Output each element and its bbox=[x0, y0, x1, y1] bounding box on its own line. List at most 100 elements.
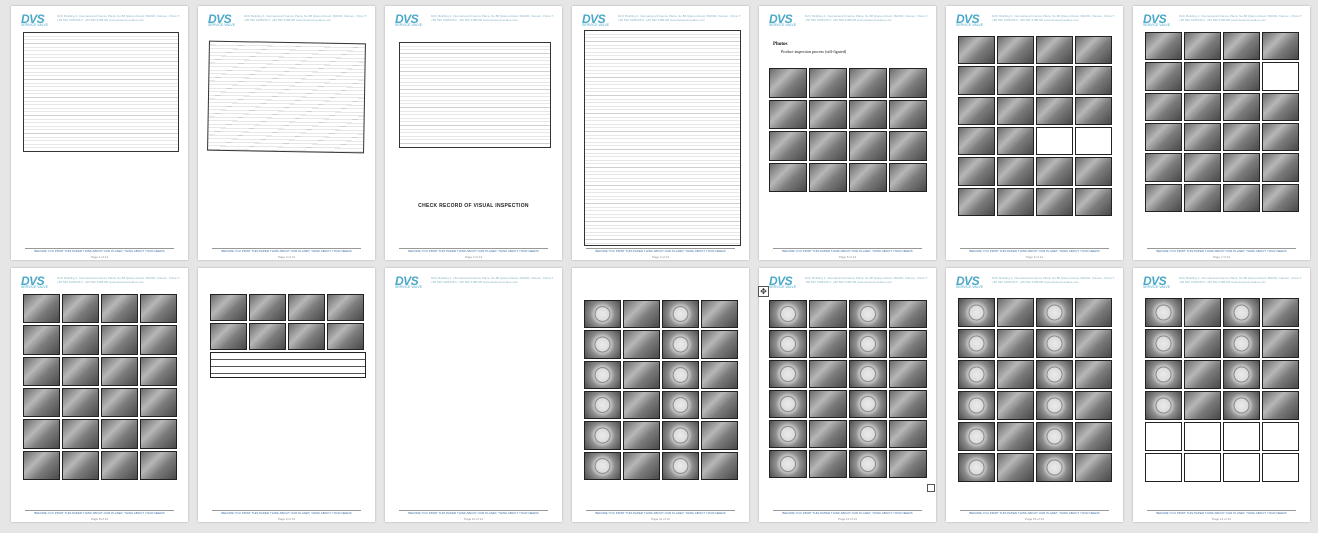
valve-photo bbox=[701, 330, 738, 359]
gauge-photo bbox=[662, 391, 699, 420]
valve-photo bbox=[1184, 329, 1221, 358]
company-address: D20, Building 4, International Finance P… bbox=[57, 14, 180, 22]
inspection-photo bbox=[958, 157, 995, 186]
valve-photo bbox=[623, 330, 660, 359]
valve-photo bbox=[809, 450, 847, 478]
inspection-photo bbox=[769, 131, 807, 161]
document-page-11[interactable]: BEFORE YOU PRINT THIS PAPER THINK ABOUT … bbox=[572, 268, 749, 522]
valve-photo bbox=[623, 451, 660, 480]
page-number: Page 14 of 14 bbox=[1212, 517, 1231, 521]
inspection-photo bbox=[1145, 92, 1182, 121]
company-address: D20, Building 4, International Finance P… bbox=[431, 276, 554, 284]
gauge-photo bbox=[584, 360, 621, 389]
page-footer: BEFORE YOU PRINT THIS PAPER THINK ABOUT … bbox=[34, 249, 165, 253]
inspection-photo bbox=[327, 294, 364, 321]
document-page-12[interactable]: DVS SERVICE VALVE D20, Building 4, Inter… bbox=[759, 268, 936, 522]
inspection-photo bbox=[997, 127, 1034, 156]
page-number: Page 5 of 14 bbox=[838, 255, 856, 259]
table-row bbox=[211, 353, 365, 360]
valve-photo bbox=[889, 360, 927, 388]
gauge-photo bbox=[584, 421, 621, 450]
document-page-6[interactable]: DVS SERVICE VALVE D20, Building 4, Inter… bbox=[946, 6, 1123, 260]
valve-photo bbox=[1075, 422, 1112, 451]
inspection-photo bbox=[1075, 96, 1112, 125]
gauge-photo bbox=[849, 450, 887, 478]
page-footer: BEFORE YOU PRINT THIS PAPER THINK ABOUT … bbox=[1156, 249, 1287, 253]
inspection-photo bbox=[849, 99, 887, 129]
gauge-photo bbox=[1145, 391, 1182, 420]
page-number: Page 6 of 14 bbox=[1025, 255, 1043, 259]
empty-photo-cell bbox=[1145, 422, 1182, 451]
inspection-photo bbox=[101, 388, 138, 418]
company-logo-sub: SERVICE VALVE bbox=[769, 23, 797, 27]
inspection-photo bbox=[140, 450, 177, 480]
company-logo-sub: SERVICE VALVE bbox=[956, 23, 984, 27]
company-address: D20, Building 4, International Finance P… bbox=[244, 14, 367, 22]
photo-grid bbox=[769, 68, 927, 192]
inspection-photo bbox=[1036, 187, 1073, 216]
empty-photo-cell bbox=[1036, 127, 1073, 156]
company-logo-sub: SERVICE VALVE bbox=[1143, 23, 1171, 27]
document-page-1[interactable]: DVS SERVICE VALVE D20, Building 4, Inter… bbox=[11, 6, 188, 260]
inspection-photo bbox=[288, 323, 325, 350]
inspection-photo bbox=[997, 187, 1034, 216]
page-number: Page 8 of 14 bbox=[90, 517, 108, 521]
valve-photo bbox=[889, 420, 927, 448]
valve-photo bbox=[997, 329, 1034, 358]
inspection-photo bbox=[809, 99, 847, 129]
inspection-photo bbox=[210, 323, 247, 350]
document-page-9[interactable]: BEFORE YOU PRINT THIS PAPER THINK ABOUT … bbox=[198, 268, 375, 522]
inspection-photo bbox=[1262, 183, 1299, 212]
photo-grid bbox=[958, 36, 1112, 216]
inspection-photo bbox=[769, 99, 807, 129]
company-logo-sub: SERVICE VALVE bbox=[208, 23, 236, 27]
document-page-10[interactable]: DVS SERVICE VALVE D20, Building 4, Inter… bbox=[385, 268, 562, 522]
valve-photo bbox=[1262, 329, 1299, 358]
inspection-photo bbox=[1075, 66, 1112, 95]
gauge-photo bbox=[958, 329, 995, 358]
empty-photo-cell bbox=[1262, 62, 1299, 91]
document-page-3[interactable]: DVS SERVICE VALVE D20, Building 4, Inter… bbox=[385, 6, 562, 260]
page-number: Page 3 of 14 bbox=[464, 255, 482, 259]
inspection-photo bbox=[140, 294, 177, 324]
page-footer: BEFORE YOU PRINT THIS PAPER THINK ABOUT … bbox=[595, 511, 726, 515]
valve-photo bbox=[623, 421, 660, 450]
document-page-13[interactable]: DVS SERVICE VALVE D20, Building 4, Inter… bbox=[946, 268, 1123, 522]
inspection-photo bbox=[23, 356, 60, 386]
photo-grid bbox=[23, 294, 177, 480]
inspection-photo bbox=[958, 187, 995, 216]
gauge-photo bbox=[1223, 298, 1260, 327]
move-icon[interactable]: ✥ bbox=[758, 286, 769, 297]
inspection-photo bbox=[889, 131, 927, 161]
document-page-8[interactable]: DVS SERVICE VALVE D20, Building 4, Inter… bbox=[11, 268, 188, 522]
gauge-photo bbox=[958, 422, 995, 451]
checkbox-icon[interactable] bbox=[927, 484, 935, 492]
inspection-photo bbox=[101, 450, 138, 480]
document-page-7[interactable]: DVS SERVICE VALVE D20, Building 4, Inter… bbox=[1133, 6, 1310, 260]
gauge-photo bbox=[769, 330, 807, 358]
inspection-photo bbox=[1075, 157, 1112, 186]
document-page-14[interactable]: DVS SERVICE VALVE D20, Building 4, Inter… bbox=[1133, 268, 1310, 522]
gauge-photo bbox=[849, 300, 887, 328]
photo-grid bbox=[210, 294, 364, 350]
company-logo-sub: SERVICE VALVE bbox=[582, 23, 610, 27]
document-page-5[interactable]: DVS SERVICE VALVE D20, Building 4, Inter… bbox=[759, 6, 936, 260]
inspection-photo bbox=[958, 66, 995, 95]
gauge-photo-grid bbox=[769, 300, 927, 478]
company-logo-sub: SERVICE VALVE bbox=[1143, 285, 1171, 289]
valve-photo bbox=[997, 298, 1034, 327]
inspection-photo bbox=[140, 388, 177, 418]
inspection-photo bbox=[809, 131, 847, 161]
inspection-photo bbox=[1036, 157, 1073, 186]
photos-heading: Photos bbox=[773, 42, 788, 47]
inspection-photo bbox=[62, 356, 99, 386]
gauge-photo bbox=[584, 300, 621, 329]
document-page-4[interactable]: DVS SERVICE VALVE D20, Building 4, Inter… bbox=[572, 6, 749, 260]
gauge-photo bbox=[769, 300, 807, 328]
valve-photo bbox=[889, 450, 927, 478]
document-page-2[interactable]: DVS SERVICE VALVE D20, Building 4, Inter… bbox=[198, 6, 375, 260]
inspection-photo bbox=[1036, 66, 1073, 95]
valve-photo bbox=[1184, 391, 1221, 420]
inspection-photo bbox=[1223, 92, 1260, 121]
gauge-photo bbox=[1036, 453, 1073, 482]
